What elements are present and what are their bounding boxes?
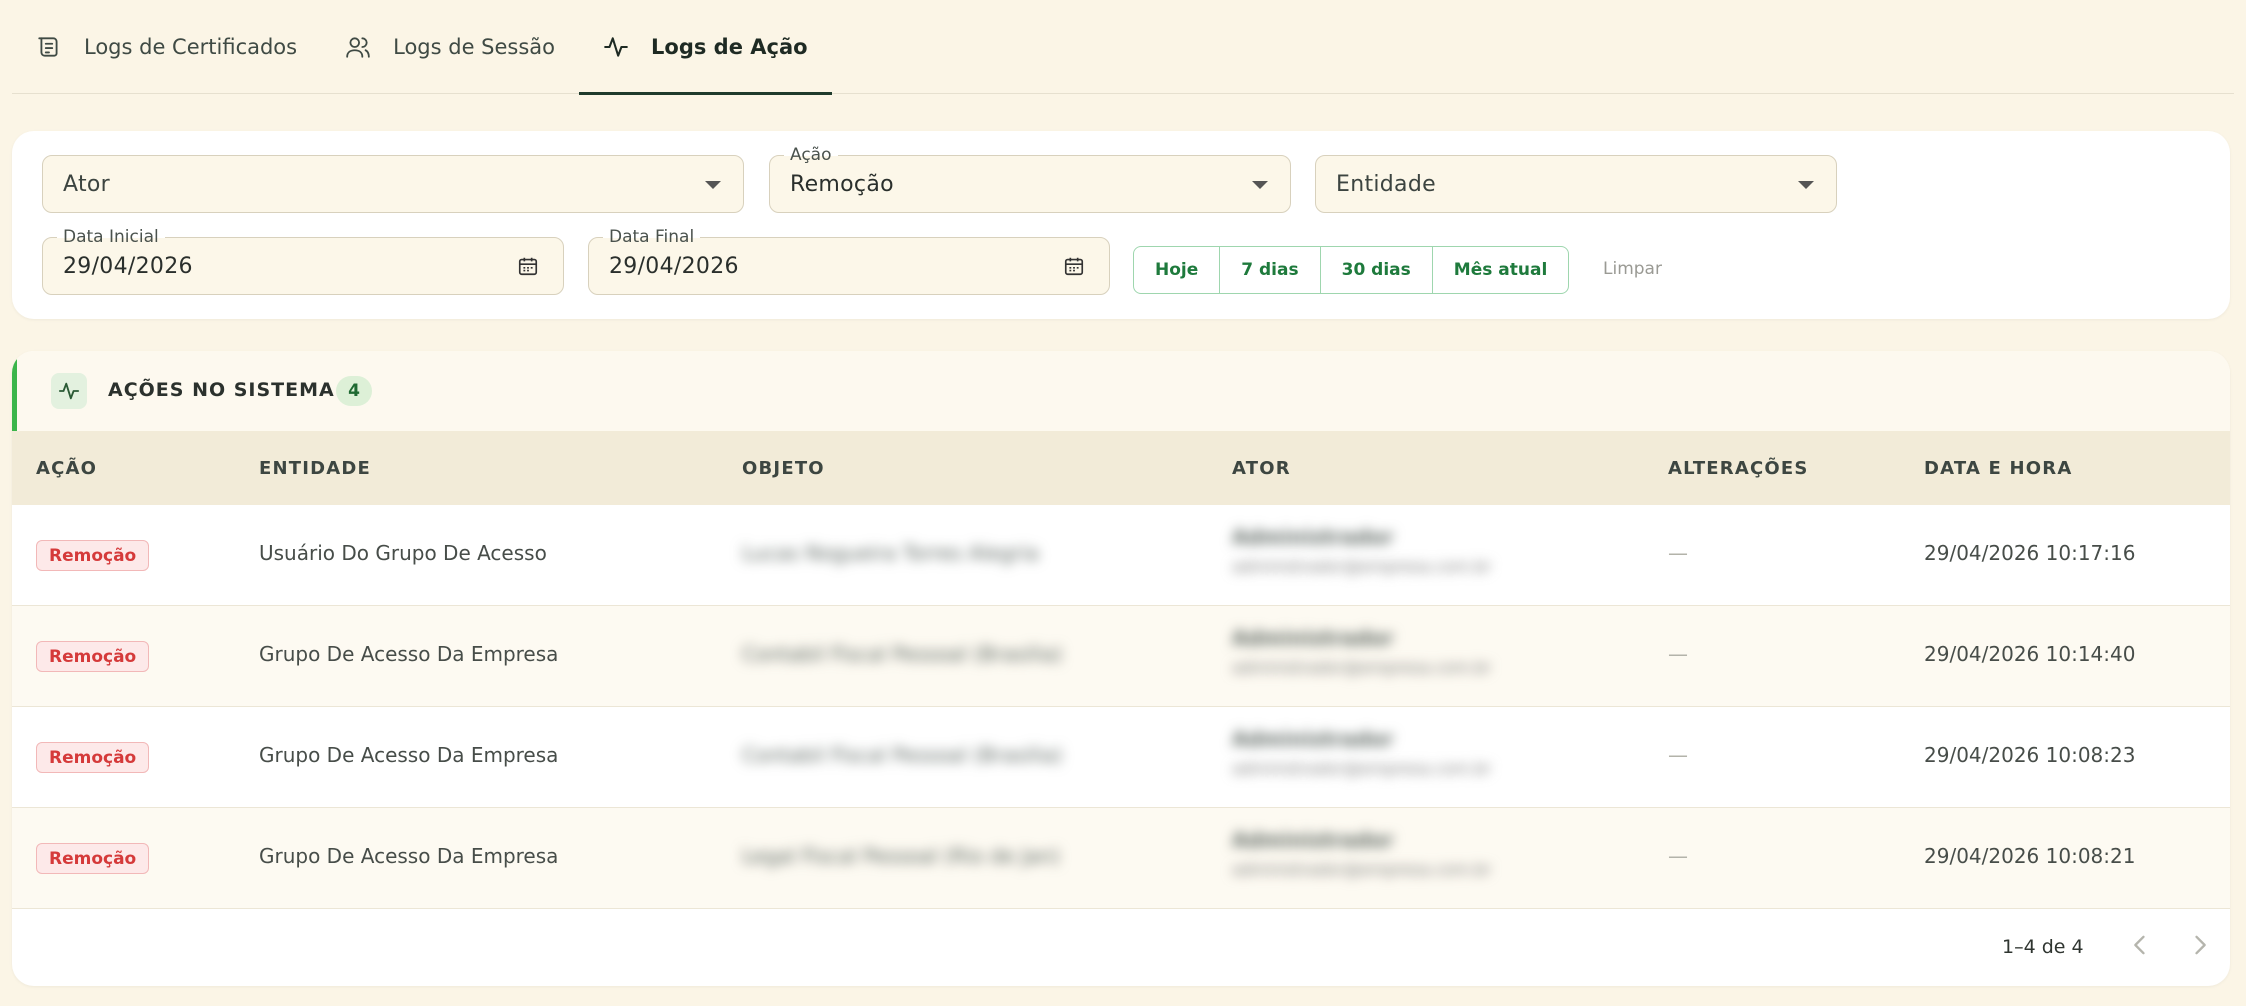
action-label: Ação	[784, 145, 838, 165]
action-badge: Remoção	[36, 540, 150, 571]
column-changes[interactable]: ALTERAÇÕES	[1668, 458, 1809, 479]
filter-card: Ator Ação Remoção Entidade Data Inicial …	[12, 131, 2230, 319]
actor-name: Administrador	[1232, 626, 1394, 650]
activity-icon	[603, 34, 629, 60]
changes-cell: —	[1668, 743, 1688, 767]
chevron-down-icon	[1252, 181, 1268, 189]
tab-label: Logs de Ação	[651, 34, 808, 59]
table-row[interactable]: Remoção Grupo De Acesso Da Empresa Legal…	[12, 808, 2230, 909]
start-date-field[interactable]: Data Inicial 29/04/2026	[42, 227, 564, 295]
datetime-cell: 29/04/2026 10:14:40	[1924, 642, 2136, 666]
tab-certificate-logs[interactable]: Logs de Certificados	[12, 0, 321, 93]
table-row[interactable]: Remoção Usuário Do Grupo De Acesso Lucas…	[12, 505, 2230, 606]
pagination: 1–4 de 4	[12, 906, 2230, 986]
changes-cell: —	[1668, 642, 1688, 666]
datetime-cell: 29/04/2026 10:08:21	[1924, 844, 2136, 868]
changes-cell: —	[1668, 844, 1688, 868]
actor-email: administrador@empresa.com.br	[1232, 557, 1491, 576]
activity-icon	[51, 373, 87, 409]
end-date-value: 29/04/2026	[609, 253, 739, 279]
table-title: AÇÕES NO SISTEMA	[108, 379, 335, 401]
chevron-left-icon[interactable]	[2126, 931, 2154, 959]
actor-name: Administrador	[1232, 525, 1394, 549]
clear-filters-button[interactable]: Limpar	[1603, 259, 1662, 279]
column-actor[interactable]: ATOR	[1232, 458, 1291, 479]
tab-session-logs[interactable]: Logs de Sessão	[321, 0, 579, 93]
object-cell: Contabil Fiscal Pessoal (Brasilia)	[742, 743, 1063, 767]
calendar-icon[interactable]	[517, 255, 539, 277]
tab-bar: Logs de Certificados Logs de Sessão Logs…	[12, 0, 2234, 95]
entity-cell: Usuário Do Grupo De Acesso	[259, 541, 547, 565]
actor-placeholder: Ator	[63, 171, 110, 197]
count-badge: 4	[336, 376, 372, 406]
column-action[interactable]: AÇÃO	[36, 458, 97, 479]
table-columns: AÇÃO ENTIDADE OBJETO ATOR ALTERAÇÕES DAT…	[12, 431, 2230, 505]
column-datetime[interactable]: DATA E HORA	[1924, 458, 2072, 479]
table-header-bar: AÇÕES NO SISTEMA 4	[12, 351, 2230, 431]
column-entity[interactable]: ENTIDADE	[259, 458, 371, 479]
quick-range-group: Hoje 7 dias 30 dias Mês atual	[1133, 246, 1570, 294]
action-select[interactable]: Ação Remoção	[769, 145, 1291, 213]
quick-current-month-button[interactable]: Mês atual	[1433, 247, 1568, 293]
pagination-info: 1–4 de 4	[2002, 936, 2084, 958]
actions-table-card: AÇÕES NO SISTEMA 4 AÇÃO ENTIDADE OBJETO …	[12, 351, 2230, 986]
action-badge: Remoção	[36, 843, 150, 874]
chevron-down-icon	[705, 181, 721, 189]
object-cell: Contabil Fiscal Pessoal (Brasilia)	[742, 642, 1063, 666]
entity-select[interactable]: Entidade	[1315, 155, 1837, 213]
actor-email: administrador@empresa.com.br	[1232, 860, 1491, 879]
tab-label: Logs de Sessão	[393, 34, 556, 59]
start-date-label: Data Inicial	[57, 227, 165, 247]
datetime-cell: 29/04/2026 10:17:16	[1924, 541, 2136, 565]
quick-30-days-button[interactable]: 30 dias	[1321, 247, 1433, 293]
end-date-field[interactable]: Data Final 29/04/2026	[588, 227, 1110, 295]
actor-name: Administrador	[1232, 828, 1394, 852]
action-badge: Remoção	[36, 641, 150, 672]
entity-cell: Grupo De Acesso Da Empresa	[259, 844, 559, 868]
datetime-cell: 29/04/2026 10:08:23	[1924, 743, 2136, 767]
entity-cell: Grupo De Acesso Da Empresa	[259, 642, 559, 666]
action-badge: Remoção	[36, 742, 150, 773]
table-row[interactable]: Remoção Grupo De Acesso Da Empresa Conta…	[12, 606, 2230, 707]
actor-select[interactable]: Ator	[42, 155, 744, 213]
changes-cell: —	[1668, 541, 1688, 565]
tab-label: Logs de Certificados	[84, 34, 298, 59]
chevron-down-icon	[1798, 181, 1814, 189]
chevron-right-icon[interactable]	[2186, 931, 2214, 959]
quick-7-days-button[interactable]: 7 dias	[1220, 247, 1321, 293]
entity-cell: Grupo De Acesso Da Empresa	[259, 743, 559, 767]
table-row[interactable]: Remoção Grupo De Acesso Da Empresa Conta…	[12, 707, 2230, 808]
certificate-icon	[36, 34, 62, 60]
column-object[interactable]: OBJETO	[742, 458, 825, 479]
object-cell: Lucas Nogueira Torres Alegria	[742, 541, 1039, 565]
users-icon	[345, 34, 371, 60]
calendar-icon[interactable]	[1063, 255, 1085, 277]
object-cell: Legal Fiscal Pessoal (Rio de Jan)	[742, 844, 1060, 868]
actor-email: administrador@empresa.com.br	[1232, 759, 1491, 778]
end-date-label: Data Final	[603, 227, 701, 247]
quick-today-button[interactable]: Hoje	[1134, 247, 1221, 293]
action-value: Remoção	[790, 171, 894, 197]
entity-placeholder: Entidade	[1336, 171, 1436, 197]
actor-name: Administrador	[1232, 727, 1394, 751]
actor-email: administrador@empresa.com.br	[1232, 658, 1491, 677]
start-date-value: 29/04/2026	[63, 253, 193, 279]
tab-action-logs[interactable]: Logs de Ação	[579, 0, 832, 95]
